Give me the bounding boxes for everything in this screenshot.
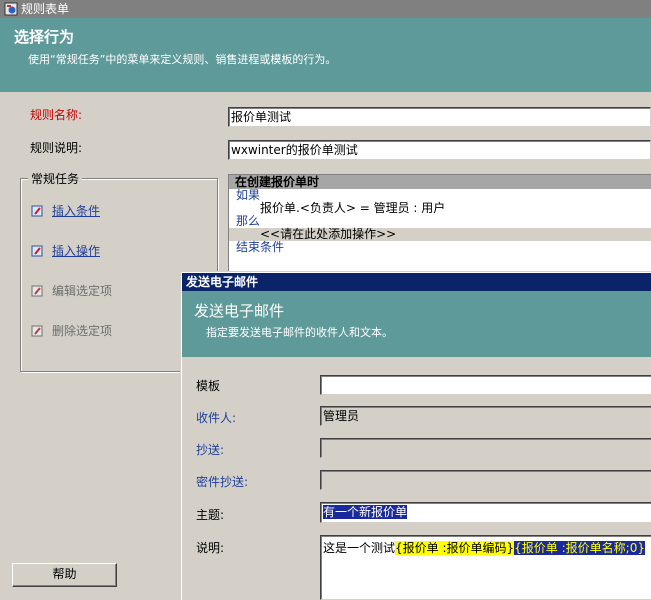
rule-name-label: 规则名称: xyxy=(30,108,83,122)
header-band: 选择行为 使用“常规任务”中的菜单来定义规则、销售进程或模板的行为。 xyxy=(0,18,651,92)
body-field-tag-code[interactable]: {报价单 :报价单编码} xyxy=(395,541,515,555)
page-title: 选择行为 xyxy=(14,28,75,46)
insert-action-icon xyxy=(31,245,43,257)
rule-description-input[interactable]: wxwinter的报价单测试 xyxy=(228,140,651,160)
body-field-tag-name[interactable]: {报价单 :报价单名称;0} xyxy=(514,541,645,555)
window-titlebar[interactable]: 规则表单 xyxy=(0,0,651,18)
insert-condition-link[interactable]: 插入条件 xyxy=(52,204,100,218)
dialog-titlebar[interactable]: 发送电子邮件 xyxy=(182,273,651,291)
cc-field[interactable] xyxy=(320,438,651,458)
delete-selection-task[interactable]: 删除选定项 xyxy=(30,322,112,339)
rule-trigger-heading: 在创建报价单时 xyxy=(229,175,651,189)
subject-label: 主题: xyxy=(196,508,225,522)
rule-name-input[interactable]: 报价单测试 xyxy=(228,107,651,127)
rule-editor-panel[interactable]: 在创建报价单时 如果 报价单.<负责人> = 管理员 : 用户 那么 <<请在此… xyxy=(228,174,651,272)
help-button[interactable]: 帮助 xyxy=(12,563,117,587)
to-field[interactable]: 管理员 xyxy=(320,406,651,426)
insert-condition-icon xyxy=(31,205,43,217)
body-textarea[interactable]: 这是一个测试{报价单 :报价单编码}{报价单 :报价单名称;0} xyxy=(320,535,651,600)
template-input[interactable] xyxy=(320,375,651,395)
dialog-header-title: 发送电子邮件 xyxy=(194,302,285,320)
edit-selection-icon xyxy=(31,285,43,297)
cc-label[interactable]: 抄送: xyxy=(196,441,224,458)
rule-action-placeholder[interactable]: <<请在此处添加操作>> xyxy=(229,228,651,241)
window-title: 规则表单 xyxy=(21,2,70,16)
insert-action-link[interactable]: 插入操作 xyxy=(52,244,100,258)
rule-condition[interactable]: 报价单.<负责人> = 管理员 : 用户 xyxy=(229,202,651,215)
subject-input[interactable]: 有一个新报价单 xyxy=(320,502,651,523)
page-description: 使用“常规任务”中的菜单来定义规则、销售进程或模板的行为。 xyxy=(28,53,337,66)
body-text: 这是一个测试 xyxy=(323,541,396,555)
send-email-dialog: 发送电子邮件 发送电子邮件 指定要发送电子邮件的收件人和文本。 模板 收件人: … xyxy=(181,272,651,600)
bcc-label[interactable]: 密件抄送: xyxy=(196,473,248,490)
to-label[interactable]: 收件人: xyxy=(196,409,236,426)
delete-selection-label: 删除选定项 xyxy=(52,324,113,338)
rule-end-keyword[interactable]: 结束条件 xyxy=(229,241,651,254)
edit-selection-task[interactable]: 编辑选定项 xyxy=(30,282,112,299)
rule-description-label: 规则说明: xyxy=(30,141,83,155)
insert-action-task[interactable]: 插入操作 xyxy=(30,242,100,259)
rule-form-icon xyxy=(4,2,18,16)
template-label: 模板 xyxy=(196,379,221,393)
general-tasks-legend: 常规任务 xyxy=(28,170,83,187)
subject-text: 有一个新报价单 xyxy=(323,505,408,519)
dialog-header-band: 发送电子邮件 指定要发送电子邮件的收件人和文本。 xyxy=(182,291,651,357)
insert-condition-task[interactable]: 插入条件 xyxy=(30,202,100,219)
bcc-field[interactable] xyxy=(320,470,651,490)
body-label: 说明: xyxy=(196,541,225,555)
dialog-header-description: 指定要发送电子邮件的收件人和文本。 xyxy=(206,326,393,339)
edit-selection-label: 编辑选定项 xyxy=(52,284,113,298)
delete-selection-icon xyxy=(31,325,43,337)
